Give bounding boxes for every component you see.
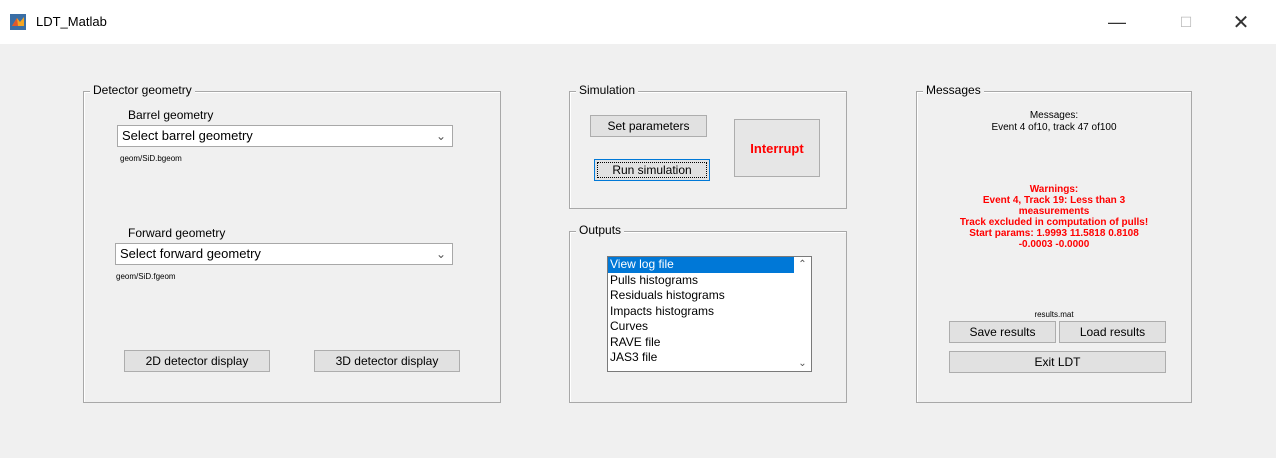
interrupt-button[interactable]: Interrupt xyxy=(734,119,820,177)
matlab-icon xyxy=(10,14,26,30)
scroll-up-icon[interactable]: ⌃ xyxy=(794,259,811,270)
warning-line: measurements xyxy=(1018,206,1090,217)
warnings-text: Event 4, Track 19: Less than 3 measuremen… xyxy=(921,195,1187,250)
close-button[interactable]: ✕ xyxy=(1218,0,1264,44)
list-item[interactable]: Residuals histograms xyxy=(608,288,794,304)
forward-geometry-value: Select forward geometry xyxy=(120,246,261,261)
warning-line: Event 4, Track 19: Less than 3 xyxy=(982,195,1126,206)
messages-title: Messages xyxy=(923,83,984,97)
app-content: Detector geometry Barrel geometry Select… xyxy=(12,44,1264,458)
warning-line: Start params: 1.9993 11.5818 0.8108 xyxy=(969,228,1139,239)
list-item[interactable]: View log file xyxy=(608,257,794,273)
barrel-file-path: geom/SiD.bgeom xyxy=(120,154,182,163)
load-results-button[interactable]: Load results xyxy=(1059,321,1166,343)
list-item[interactable]: Curves xyxy=(608,319,794,335)
barrel-geometry-value: Select barrel geometry xyxy=(122,128,253,143)
list-item[interactable]: RAVE file xyxy=(608,335,794,351)
detector-geometry-panel: Detector geometry Barrel geometry Select… xyxy=(83,83,501,403)
list-item[interactable]: JAS3 file xyxy=(608,350,794,366)
detector-geometry-title: Detector geometry xyxy=(90,83,195,97)
maximize-button[interactable]: ☐ xyxy=(1163,0,1209,44)
warnings-heading: Warnings: xyxy=(1029,184,1079,195)
scroll-down-icon[interactable]: ⌄ xyxy=(794,358,811,369)
forward-geometry-label: Forward geometry xyxy=(128,226,226,240)
warning-line: -0.0003 -0.0000 xyxy=(1018,239,1090,250)
barrel-geometry-select[interactable]: Select barrel geometry ⌄ xyxy=(117,125,453,147)
outputs-scrollbar[interactable]: ⌃ ⌄ xyxy=(794,257,811,371)
outputs-list-items: View log file Pulls histograms Residuals h… xyxy=(608,257,794,366)
outputs-list[interactable]: View log file Pulls histograms Residuals h… xyxy=(607,256,812,372)
simulation-panel: Simulation Set parameters Run simulation… xyxy=(569,83,847,209)
save-results-button[interactable]: Save results xyxy=(949,321,1056,343)
warning-line: Track excluded in computation of pulls! xyxy=(959,217,1149,228)
title-bar: LDT_Matlab — ☐ ✕ xyxy=(0,0,1276,44)
list-item[interactable]: Pulls histograms xyxy=(608,273,794,289)
messages-panel: Messages Messages: Event 4 of10, track 4… xyxy=(916,83,1192,403)
set-parameters-button[interactable]: Set parameters xyxy=(590,115,707,137)
exit-ldt-button[interactable]: Exit LDT xyxy=(949,351,1166,373)
chevron-down-icon: ⌄ xyxy=(435,129,446,143)
run-simulation-button[interactable]: Run simulation xyxy=(594,159,710,181)
list-item[interactable]: Impacts histograms xyxy=(608,304,794,320)
3d-display-button[interactable]: 3D detector display xyxy=(314,350,460,372)
forward-file-path: geom/SiD.fgeom xyxy=(116,272,176,281)
minimize-button[interactable]: — xyxy=(1094,0,1140,44)
messages-status: Event 4 of10, track 47 of100 xyxy=(991,122,1117,133)
outputs-title: Outputs xyxy=(576,223,625,237)
window-title: LDT_Matlab xyxy=(36,14,107,29)
simulation-title: Simulation xyxy=(576,83,639,97)
2d-display-button[interactable]: 2D detector display xyxy=(124,350,270,372)
messages-heading: Messages: xyxy=(1029,110,1079,121)
barrel-geometry-label: Barrel geometry xyxy=(128,108,214,122)
results-file-label: results.mat xyxy=(1034,310,1074,319)
chevron-down-icon: ⌄ xyxy=(435,247,446,261)
outputs-panel: Outputs View log file Pulls histograms Res… xyxy=(569,223,847,403)
forward-geometry-select[interactable]: Select forward geometry ⌄ xyxy=(115,243,453,265)
